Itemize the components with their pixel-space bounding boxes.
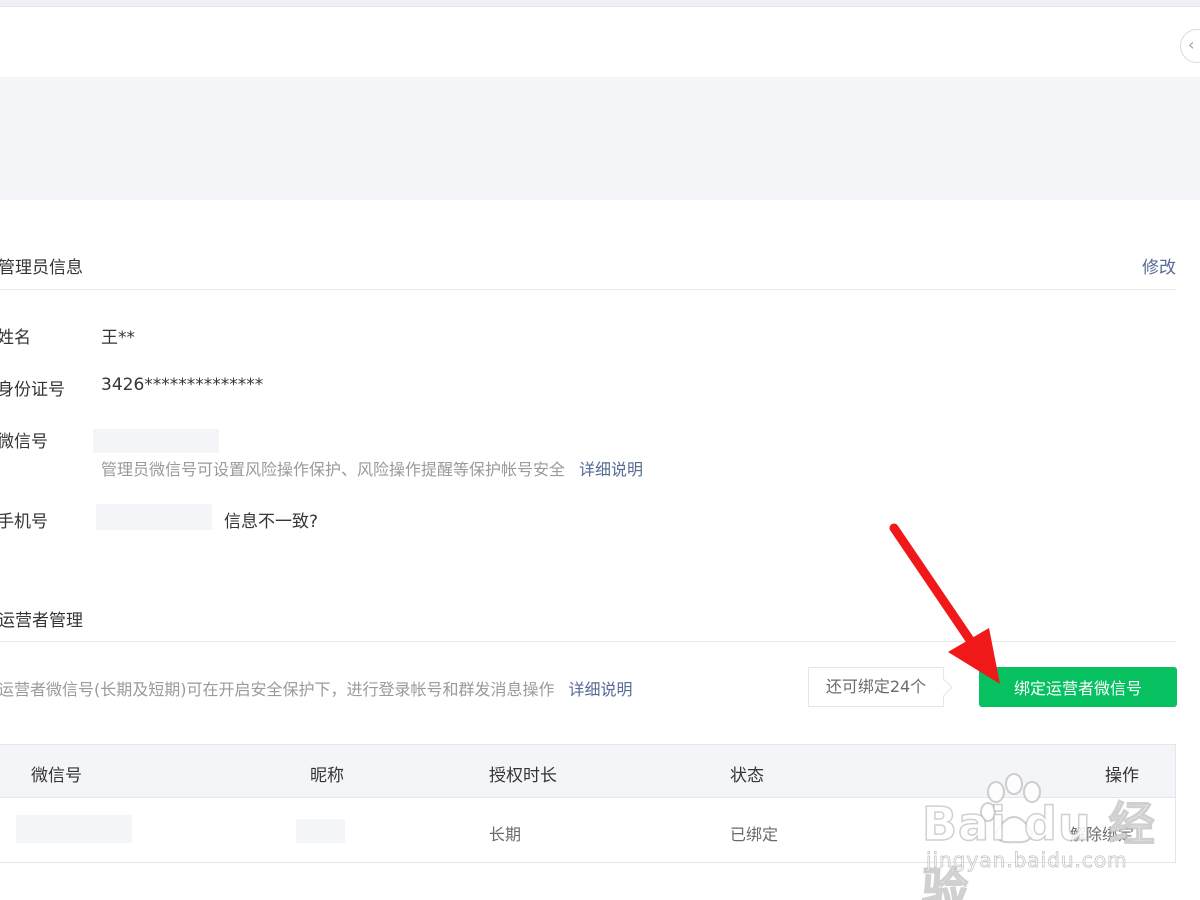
operators-section-title: 运营者管理 [0,611,83,631]
header-nickname: 昵称 [310,766,344,786]
row-nickname-masked [296,819,345,843]
phone-mismatch-link[interactable]: 信息不一致? [224,507,318,532]
table-header: 微信号 昵称 授权时长 状态 操作 [0,745,1175,798]
id-number-value: 3426************** [101,375,264,395]
wechat-label: 微信号 [0,432,48,452]
operators-table: 微信号 昵称 授权时长 状态 操作 长期 已绑定 解除绑定 [0,744,1176,863]
wechat-detail-link[interactable]: 详细说明 [579,460,643,479]
phone-masked-value [96,504,212,530]
operators-hint: 运营者微信号(长期及短期)可在开启安全保护下，进行登录帐号和群发消息操作 详细说明 [0,676,633,700]
top-strip [0,0,1200,7]
top-bar: ‹ [0,7,1200,77]
name-value: 王** [101,328,135,348]
header-action: 操作 [1105,766,1139,786]
wechat-hint-text: 管理员微信号可设置风险操作保护、风险操作提醒等保护帐号安全 [101,460,566,479]
admin-divider [0,289,1176,290]
bind-quota-tooltip: 还可绑定24个 [808,667,944,707]
name-label: 姓名 [0,328,31,348]
id-number-label: 身份证号 [0,380,65,400]
operators-detail-link[interactable]: 详细说明 [569,680,633,699]
row-duration: 长期 [489,825,522,844]
chevron-left-icon: ‹ [1188,35,1195,54]
phone-label: 手机号 [0,512,48,532]
header-wechat: 微信号 [31,766,82,786]
row-status: 已绑定 [730,825,779,844]
banner-area [0,77,1200,200]
header-duration: 授权时长 [489,766,557,786]
operators-hint-text: 运营者微信号(长期及短期)可在开启安全保护下，进行登录帐号和群发消息操作 [0,680,555,699]
operators-divider [0,641,1176,642]
header-status: 状态 [730,766,764,786]
collapse-button[interactable]: ‹ [1180,29,1200,63]
wechat-hint: 管理员微信号可设置风险操作保护、风险操作提醒等保护帐号安全 详细说明 [101,456,643,480]
admin-section-title: 管理员信息 [0,258,83,278]
wechat-masked-value [93,429,219,453]
bind-operator-button[interactable]: 绑定运营者微信号 [979,667,1177,707]
row-wechat-masked [16,815,132,843]
edit-admin-link[interactable]: 修改 [1142,253,1176,278]
unbind-link[interactable]: 解除绑定 [1070,821,1134,845]
